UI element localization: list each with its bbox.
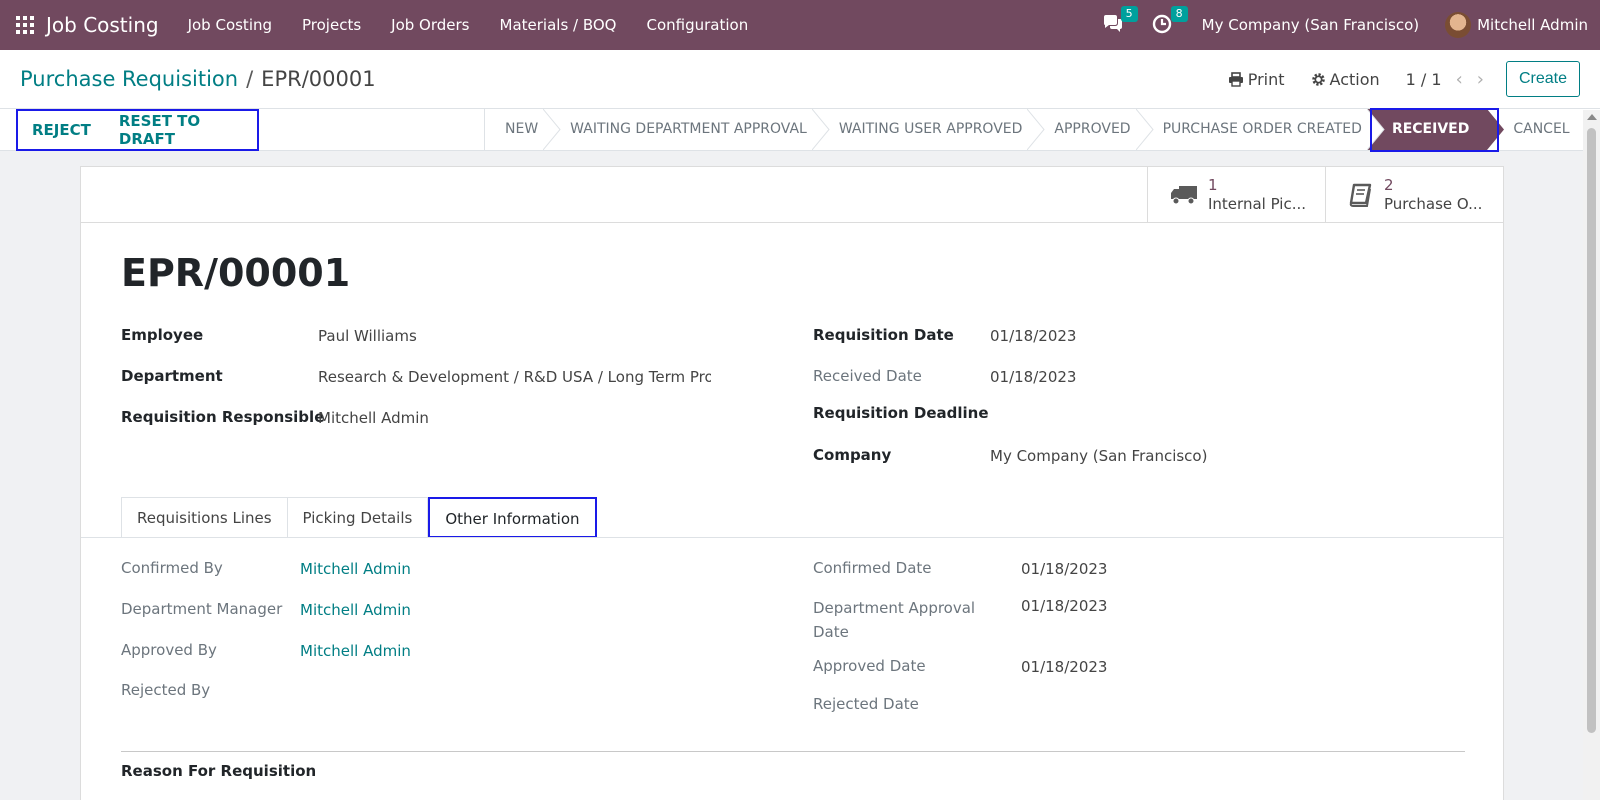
action-button[interactable]: Action (1311, 70, 1380, 89)
requisition-deadline-label: Requisition Deadline (813, 404, 989, 422)
menu-job-orders[interactable]: Job Orders (376, 16, 484, 34)
stage-chevron-icon (1027, 109, 1046, 150)
internal-picking-smart-button[interactable]: 1 Internal Pic... (1147, 167, 1325, 223)
book-icon (1349, 183, 1372, 207)
menu-configuration[interactable]: Configuration (631, 16, 763, 34)
menu-projects[interactable]: Projects (287, 16, 376, 34)
tab-requisitions-lines[interactable]: Requisitions Lines (121, 497, 288, 538)
scroll-thumb[interactable] (1587, 128, 1596, 733)
internal-picking-label: Internal Pic... (1208, 194, 1307, 213)
department-manager-link[interactable]: Mitchell Admin (300, 601, 411, 619)
received-date-label: Received Date (813, 367, 922, 385)
breadcrumb-parent-link[interactable]: Purchase Requisition (20, 67, 238, 91)
stage-chevron-icon (811, 109, 830, 150)
activities-clock-icon[interactable]: 8 (1152, 6, 1188, 36)
requisition-responsible-label: Requisition Responsible (121, 408, 325, 426)
stage-approved-label: APPROVED (1054, 121, 1131, 137)
scroll-up-arrow-icon[interactable] (1587, 114, 1597, 120)
print-icon (1228, 71, 1243, 87)
reject-button[interactable]: REJECT (18, 121, 105, 139)
company-label: Company (813, 446, 892, 464)
stage-waiting-user-approved[interactable]: WAITING USER APPROVED (821, 109, 1046, 150)
confirmed-by-label: Confirmed By (121, 559, 223, 577)
confirmed-by-link[interactable]: Mitchell Admin (300, 560, 411, 578)
reason-for-requisition-label: Reason For Requisition (121, 762, 317, 780)
notebook-tabs: Requisitions Lines Picking Details Other… (121, 497, 597, 538)
truck-icon (1171, 185, 1197, 204)
received-date-field[interactable]: 01/18/2023 (990, 368, 1076, 386)
user-menu[interactable]: Mitchell Admin (1477, 16, 1588, 34)
action-label: Action (1329, 69, 1380, 89)
stage-purchase-order-created[interactable]: PURCHASE ORDER CREATED (1145, 109, 1385, 150)
employee-label: Employee (121, 326, 204, 344)
company-switcher[interactable]: My Company (San Francisco) (1202, 16, 1419, 34)
stage-new-label: NEW (505, 121, 539, 137)
top-navbar: Job Costing Job Costing Projects Job Ord… (0, 0, 1600, 50)
department-approval-date-field[interactable]: 01/18/2023 (1021, 597, 1107, 615)
user-avatar[interactable] (1445, 12, 1472, 38)
department-label: Department (121, 367, 223, 385)
department-field[interactable]: Research & Development / R&D USA / Long … (318, 368, 711, 386)
stage-waiting-department-approval[interactable]: WAITING DEPARTMENT APPROVAL (552, 109, 830, 150)
tab-other-information[interactable]: Other Information (428, 497, 597, 538)
breadcrumb-current: EPR/00001 (261, 67, 376, 91)
app-name[interactable]: Job Costing (46, 13, 159, 37)
rejected-by-label: Rejected By (121, 681, 211, 699)
company-field[interactable]: My Company (San Francisco) (990, 447, 1207, 465)
stage-approved[interactable]: APPROVED (1036, 109, 1154, 150)
pager-next-icon[interactable]: › (1477, 69, 1484, 90)
breadcrumb: Purchase Requisition / EPR/00001 (20, 67, 376, 91)
approved-date-field[interactable]: 01/18/2023 (1021, 658, 1107, 676)
stage-waiting-user-approved-label: WAITING USER APPROVED (838, 121, 1023, 137)
pager-previous-icon[interactable]: ‹ (1456, 69, 1463, 90)
received-stage-highlight (1370, 108, 1499, 152)
record-title: EPR/00001 (121, 251, 351, 295)
approved-date-label: Approved Date (813, 657, 926, 675)
purchase-orders-count: 2 (1384, 175, 1394, 194)
page-scrollbar[interactable] (1583, 110, 1600, 800)
activities-count-badge: 8 (1170, 6, 1188, 22)
tabs-divider (81, 537, 1503, 538)
stage-chevron-icon (543, 109, 561, 150)
menu-job-costing[interactable]: Job Costing (173, 16, 287, 34)
stage-new[interactable]: NEW (485, 109, 561, 150)
stage-chevron-icon (1135, 109, 1154, 150)
requisition-date-label: Requisition Date (813, 326, 954, 344)
stage-purchase-order-created-label: PURCHASE ORDER CREATED (1162, 121, 1362, 137)
reason-separator (121, 751, 1465, 752)
tab-picking-details[interactable]: Picking Details (287, 497, 429, 538)
purchase-orders-label: Purchase O... (1384, 194, 1483, 213)
approved-by-link[interactable]: Mitchell Admin (300, 642, 411, 660)
status-action-buttons: REJECT RESET TO DRAFT (16, 109, 259, 151)
internal-picking-count: 1 (1208, 175, 1218, 194)
control-panel: Purchase Requisition / EPR/00001 Print A… (0, 50, 1600, 108)
apps-menu-icon[interactable] (16, 16, 34, 34)
department-approval-date-label: Department Approval Date (813, 599, 976, 641)
print-label: Print (1247, 69, 1285, 89)
sheet-divider (81, 222, 1503, 223)
create-button[interactable]: Create (1505, 61, 1580, 97)
approved-by-label: Approved By (121, 641, 217, 659)
menu-materials-boq[interactable]: Materials / BOQ (485, 16, 632, 34)
stage-cancel-label: CANCEL (1513, 121, 1570, 137)
purchase-orders-smart-button[interactable]: 2 Purchase O... (1325, 167, 1503, 223)
pager-value[interactable]: 1 / 1 (1406, 70, 1442, 89)
requisition-responsible-field[interactable]: Mitchell Admin (318, 409, 429, 427)
breadcrumb-separator: / (246, 67, 254, 91)
messages-count-badge: 5 (1120, 6, 1138, 22)
print-button[interactable]: Print (1228, 70, 1285, 89)
confirmed-date-field[interactable]: 01/18/2023 (1021, 560, 1107, 578)
stage-waiting-department-approval-label: WAITING DEPARTMENT APPROVAL (570, 121, 807, 137)
requisition-date-field[interactable]: 01/18/2023 (990, 327, 1076, 345)
employee-field[interactable]: Paul Williams (318, 327, 417, 345)
gear-icon (1311, 72, 1325, 86)
reset-to-draft-button[interactable]: RESET TO DRAFT (105, 112, 257, 148)
rejected-date-label: Rejected Date (813, 695, 919, 713)
messages-icon[interactable]: 5 (1102, 6, 1138, 36)
statusbar: REJECT RESET TO DRAFT NEW WAITING DEPART… (0, 108, 1600, 152)
smart-button-box: 1 Internal Pic... 2 Purchase O... (1147, 167, 1503, 223)
form-sheet: 1 Internal Pic... 2 Purchase O... EPR/00… (80, 166, 1504, 800)
department-manager-label: Department Manager (121, 600, 283, 618)
confirmed-date-label: Confirmed Date (813, 559, 932, 577)
